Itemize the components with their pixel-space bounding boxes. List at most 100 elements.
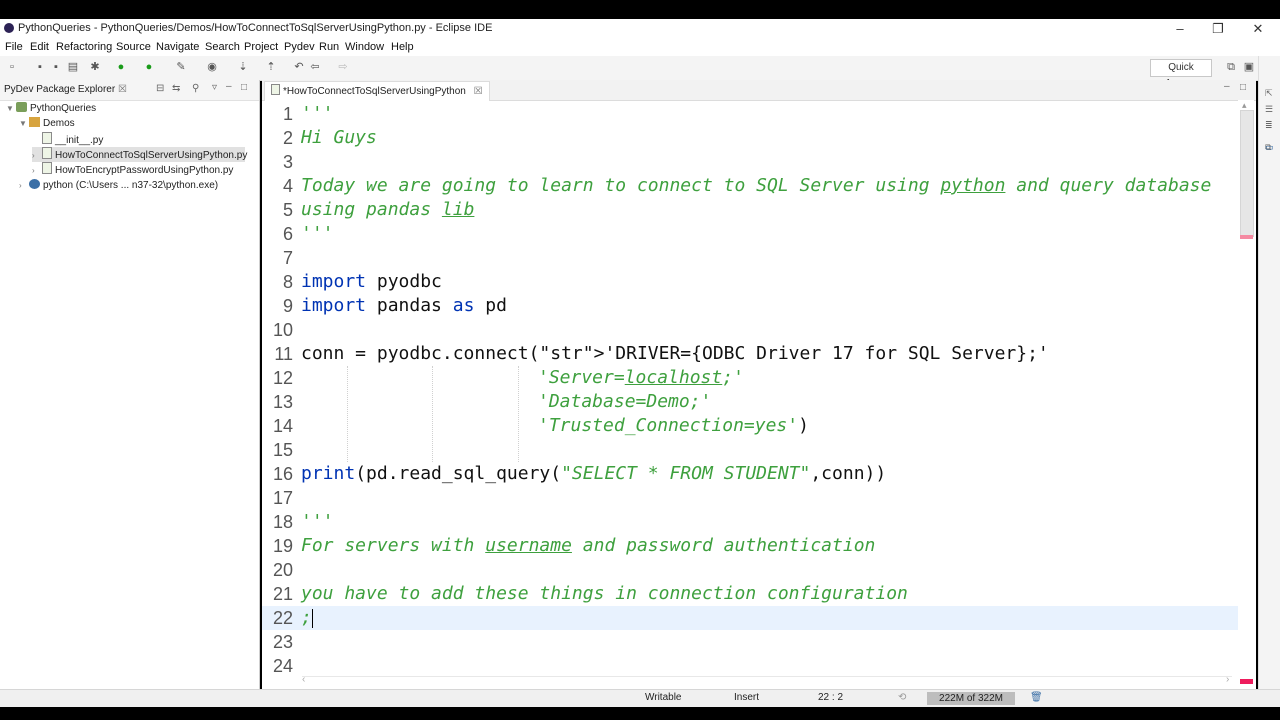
error-overview-marker[interactable] <box>1240 679 1253 684</box>
python-file-icon <box>42 147 52 159</box>
code-line: 13 'Database=Demo;' <box>272 391 712 412</box>
code-line: 8 import pyodbc <box>282 271 442 292</box>
tree-item-connect-file[interactable]: › HowToConnectToSqlServerUsingPython.py <box>32 147 247 163</box>
collapse-all-icon[interactable]: ⊟ <box>156 83 164 94</box>
expand-arrow-icon[interactable]: ▼ <box>6 101 16 116</box>
status-insert-mode: Insert <box>734 692 760 703</box>
restore-icon[interactable]: ❐ <box>1198 21 1238 37</box>
text-cursor <box>312 609 313 628</box>
vertical-scrollbar[interactable]: ▴ <box>1238 100 1254 684</box>
heap-status[interactable]: 222M of 322M <box>927 692 1015 705</box>
minimize-editor-icon[interactable]: – <box>1224 81 1230 92</box>
menu-pydev[interactable]: Pydev <box>284 41 315 53</box>
garbage-collect-icon[interactable]: 🗑 <box>1030 692 1043 703</box>
menu-search[interactable]: Search <box>205 41 240 53</box>
tasks-view-icon[interactable]: ≣ <box>1265 120 1273 131</box>
code-line: 6 ''' <box>282 223 334 244</box>
code-line: 20 <box>272 560 293 580</box>
debug-icon[interactable]: ✱ <box>88 61 102 74</box>
coverage-icon[interactable]: ◉ <box>205 61 219 74</box>
java-perspective-icon[interactable]: ▣ <box>1242 61 1256 74</box>
scroll-left-icon[interactable]: ‹ <box>302 674 305 685</box>
save-all-icon[interactable]: ▪ <box>49 61 63 74</box>
main-toolbar: ▫ ▪ ▪ ▤ ✱ ● ● ✎ ◉ ⇣ ⇡ ↶ ⇦ ⇨ Quick Access… <box>0 56 1280 89</box>
status-writable: Writable <box>645 692 682 703</box>
code-line: 7 <box>282 248 293 268</box>
project-icon <box>16 102 27 112</box>
quick-access-input[interactable]: Quick Access <box>1150 59 1212 89</box>
package-folder-icon <box>29 117 40 127</box>
minimize-view-icon[interactable]: – <box>226 81 232 92</box>
sync-icon[interactable]: ⟲ <box>898 692 906 703</box>
right-trim-bar: ⇱ ☰ ≣ ⧉ ▭ <box>1258 56 1280 689</box>
error-marker[interactable] <box>1240 235 1253 239</box>
menu-bar: File Edit Refactoring Source Navigate Se… <box>0 39 1280 56</box>
package-explorer-tab[interactable]: PyDev Package Explorer ☒ <box>4 84 127 95</box>
menu-file[interactable]: File <box>5 41 23 53</box>
python-file-icon <box>42 132 52 144</box>
minimize-icon[interactable]: – <box>1160 21 1200 36</box>
run-icon[interactable]: ● <box>114 61 128 74</box>
tree-item-encrypt-file[interactable]: › HowToEncryptPasswordUsingPython.py <box>32 162 233 177</box>
forward-nav-icon[interactable]: ⇨ <box>336 61 350 74</box>
close-icon[interactable]: ✕ <box>1238 21 1278 37</box>
code-line: 17 <box>272 488 293 508</box>
maximize-view-icon[interactable]: □ <box>241 82 247 93</box>
code-line: 14 'Trusted_Connection=yes') <box>272 415 809 436</box>
horizontal-scrollbar[interactable] <box>302 676 1232 685</box>
back-icon[interactable]: ↶ <box>292 61 306 74</box>
menu-edit[interactable]: Edit <box>30 41 49 53</box>
code-area[interactable]: 1 ''' 2 Hi Guys 3 4 Today we are going to l… <box>262 102 1238 682</box>
code-line: 23 <box>272 632 293 652</box>
new-icon[interactable]: ▫ <box>5 61 19 74</box>
scroll-thumb[interactable] <box>1240 110 1254 237</box>
filter-icon[interactable]: ⚲ <box>192 83 199 94</box>
code-line: 3 <box>282 152 293 172</box>
editor-tab-active[interactable]: *HowToConnectToSqlServerUsingPython ☒ <box>264 81 490 101</box>
collapsed-arrow-icon[interactable]: › <box>32 148 42 163</box>
link-editor-icon[interactable]: ⇆ <box>172 83 180 94</box>
view-menu-icon[interactable]: ▿ <box>212 82 217 93</box>
menu-run[interactable]: Run <box>319 41 339 53</box>
tree-item-project[interactable]: ▼ PythonQueries <box>6 101 96 116</box>
code-line: 16 print(pd.read_sql_query("SELECT * FROM… <box>272 463 887 484</box>
package-explorer-panel: PyDev Package Explorer ☒ ⊟ ⇆ ⚲ ▿ – □ ▼ Py… <box>0 80 260 689</box>
tools-icon[interactable]: ✎ <box>174 61 188 74</box>
python-file-icon <box>271 84 280 95</box>
save-icon[interactable]: ▪ <box>33 61 47 74</box>
menu-navigate[interactable]: Navigate <box>156 41 199 53</box>
next-annotation-icon[interactable]: ⇣ <box>236 61 250 74</box>
prev-annotation-icon[interactable]: ⇡ <box>264 61 278 74</box>
package-explorer-header: PyDev Package Explorer ☒ ⊟ ⇆ ⚲ ▿ – □ <box>0 80 259 101</box>
maximize-editor-icon[interactable]: □ <box>1240 82 1246 93</box>
status-bar: Writable Insert 22 : 2 ⟲ 222M of 322M 🗑 <box>0 689 1280 707</box>
python-interpreter-icon <box>29 179 40 189</box>
scroll-right-icon[interactable]: › <box>1226 674 1229 685</box>
restore-view-icon[interactable]: ⇱ <box>1265 88 1273 99</box>
code-line: 24 <box>272 656 293 676</box>
collapsed-arrow-icon[interactable]: › <box>19 178 29 193</box>
tree-item-python-interpreter[interactable]: › python (C:\Users ... n37-32\python.exe) <box>19 178 218 193</box>
menu-source[interactable]: Source <box>116 41 151 53</box>
code-line: 2 Hi Guys <box>282 127 377 148</box>
menu-refactoring[interactable]: Refactoring <box>56 41 112 53</box>
open-perspective-icon[interactable]: ⧉ <box>1224 61 1238 74</box>
problems-view-icon[interactable]: ▭ <box>1265 142 1274 153</box>
menu-project[interactable]: Project <box>244 41 278 53</box>
code-editor: *HowToConnectToSqlServerUsingPython ☒ – … <box>262 80 1256 689</box>
menu-help[interactable]: Help <box>391 41 414 53</box>
code-line: 19 For servers with username and password… <box>272 535 876 556</box>
run-external-icon[interactable]: ● <box>142 61 156 74</box>
code-line: 12 'Server=localhost;' <box>272 367 744 388</box>
code-line: 15 <box>272 440 293 460</box>
tree-item-folder-demos[interactable]: ▼ Demos <box>19 116 75 131</box>
close-tab-icon[interactable]: ☒ <box>474 86 483 97</box>
menu-window[interactable]: Window <box>345 41 384 53</box>
outline-view-icon[interactable]: ☰ <box>1265 104 1273 115</box>
collapsed-arrow-icon[interactable]: › <box>32 163 42 178</box>
back-nav-icon[interactable]: ⇦ <box>308 61 322 74</box>
title-bar: PythonQueries - PythonQueries/Demos/HowT… <box>0 19 1280 39</box>
print-icon[interactable]: ▤ <box>66 61 80 74</box>
expand-arrow-icon[interactable]: ▼ <box>19 116 29 131</box>
tree-item-init-file[interactable]: __init__.py <box>32 132 103 147</box>
